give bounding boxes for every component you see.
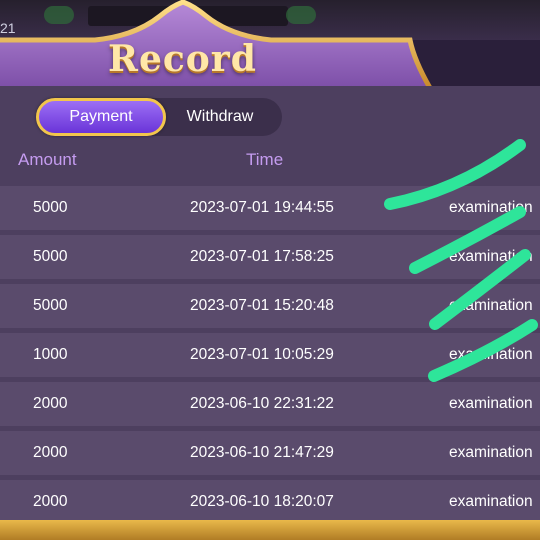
page-title: Record xyxy=(108,38,257,80)
row-time: 2023-07-01 15:20:48 xyxy=(190,297,334,314)
table-row[interactable]: 2000 2023-06-10 18:20:07 examination xyxy=(0,480,540,524)
row-amount: 5000 xyxy=(33,297,68,314)
row-amount: 1000 xyxy=(33,346,68,363)
row-status: examination xyxy=(449,444,533,461)
row-amount: 5000 xyxy=(33,199,68,216)
row-time: 2023-06-10 22:31:22 xyxy=(190,395,334,412)
row-status: examination xyxy=(449,248,533,265)
row-time: 2023-06-10 21:47:29 xyxy=(190,444,334,461)
row-time: 2023-07-01 19:44:55 xyxy=(190,199,334,216)
row-time: 2023-06-10 18:20:07 xyxy=(190,493,334,510)
row-status: examination xyxy=(449,493,533,510)
row-status: examination xyxy=(449,199,533,216)
row-status: examination xyxy=(449,297,533,314)
table-row[interactable]: 5000 2023-07-01 15:20:48 examination xyxy=(0,284,540,328)
table-row[interactable]: 5000 2023-07-01 19:44:55 examination xyxy=(0,186,540,230)
tab-payment[interactable]: Payment xyxy=(36,98,166,136)
row-status: examination xyxy=(449,346,533,363)
table-row[interactable]: 2000 2023-06-10 21:47:29 examination xyxy=(0,431,540,475)
row-time: 2023-07-01 17:58:25 xyxy=(190,248,334,265)
tab-withdraw[interactable]: Withdraw xyxy=(170,98,270,136)
table-row[interactable]: 2000 2023-06-10 22:31:22 examination xyxy=(0,382,540,426)
record-header: Record xyxy=(0,0,540,92)
row-amount: 2000 xyxy=(33,444,68,461)
row-time: 2023-07-01 10:05:29 xyxy=(190,346,334,363)
column-header-time: Time xyxy=(246,150,284,169)
table-row[interactable]: 1000 2023-07-01 10:05:29 examination xyxy=(0,333,540,377)
tab-switcher: Payment Withdraw xyxy=(36,98,282,136)
row-amount: 2000 xyxy=(33,395,68,412)
column-header-amount: Amount xyxy=(18,150,77,169)
table-row[interactable]: 5000 2023-07-01 17:58:25 examination xyxy=(0,235,540,279)
row-status: examination xyxy=(449,395,533,412)
row-amount: 5000 xyxy=(33,248,68,265)
row-amount: 2000 xyxy=(33,493,68,510)
panel-bottom-border xyxy=(0,520,540,540)
